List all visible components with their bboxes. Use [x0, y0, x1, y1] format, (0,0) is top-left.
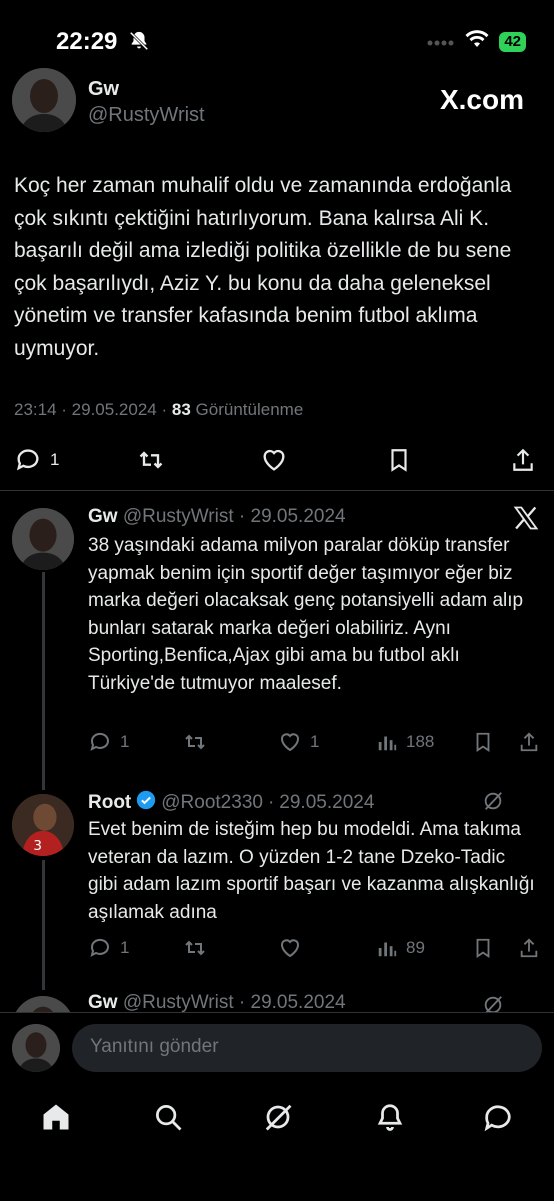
reply-button[interactable]: 1	[88, 730, 129, 754]
bookmark-button[interactable]	[472, 936, 494, 960]
retweet-button[interactable]	[182, 936, 208, 960]
messages-icon[interactable]	[482, 1102, 514, 1137]
author-handle[interactable]: @Root2330	[161, 792, 263, 814]
retweet-icon	[185, 940, 205, 956]
thread-line	[42, 572, 45, 790]
reply-button[interactable]: 1	[88, 936, 129, 960]
reply-count: 1	[120, 732, 130, 751]
bottom-tab-bar	[0, 1088, 554, 1148]
status-time: 22:29	[56, 28, 118, 55]
reply-placeholder: Yanıtını gönder	[90, 1036, 219, 1057]
author-name[interactable]: Gw	[88, 506, 118, 527]
reply-text: Evet benim de isteğim hep bu modeldi. Am…	[88, 819, 535, 923]
reply-date: 29.05.2024	[250, 506, 346, 527]
views-button[interactable]: 89	[376, 936, 425, 960]
battery-icon: 42	[499, 31, 526, 52]
heart-icon	[263, 449, 285, 471]
reply-count: 1	[50, 450, 60, 469]
share-icon	[520, 732, 538, 752]
home-icon[interactable]	[40, 1102, 72, 1137]
like-button[interactable]: 1	[278, 730, 319, 754]
grok-icon[interactable]	[482, 790, 504, 817]
views-button[interactable]: 188	[376, 730, 434, 754]
grok-icon[interactable]	[262, 1102, 294, 1137]
tweet-meta: 23:14 · 29.05.2024 · 83 Görüntülenme	[14, 400, 303, 420]
share-button[interactable]	[510, 446, 536, 474]
author-name[interactable]: Gw	[88, 992, 118, 1013]
bookmark-icon	[476, 938, 490, 958]
like-count: 1	[310, 732, 320, 751]
signal-icon	[427, 32, 455, 51]
reply-actions: 1 1 188	[88, 730, 544, 760]
reply-text: 38 yaşındaki adama milyon paralar döküp …	[88, 535, 524, 694]
reply-icon	[90, 938, 109, 957]
avatar[interactable]	[12, 68, 76, 132]
share-button[interactable]	[518, 936, 540, 960]
retweet-icon	[185, 734, 205, 750]
reply-date: 29.05.2024	[279, 792, 375, 813]
views-count: 188	[406, 732, 435, 751]
date-separator: ·	[267, 792, 275, 813]
share-icon	[513, 448, 533, 471]
author-handle[interactable]: @RustyWrist	[123, 506, 234, 527]
verified-badge-icon	[136, 790, 156, 816]
author-handle[interactable]: @RustyWrist	[88, 104, 205, 127]
reply-header: Gw @RustyWrist · 29.05.2024	[88, 506, 346, 528]
meta-separator: ·	[161, 400, 172, 419]
svg-text:3: 3	[33, 838, 42, 854]
avatar[interactable]	[12, 508, 74, 570]
share-icon	[520, 938, 538, 958]
views-count: 83	[171, 400, 191, 419]
analytics-icon	[378, 736, 397, 751]
tweet-date: 29.05.2024	[71, 400, 157, 419]
divider	[0, 490, 554, 491]
reply-icon	[90, 732, 109, 751]
bookmark-button[interactable]	[472, 730, 494, 754]
author-name[interactable]: Gw	[88, 78, 119, 101]
like-button[interactable]	[278, 936, 302, 960]
retweet-icon	[139, 451, 163, 469]
avatar[interactable]: 3	[12, 794, 74, 856]
partial-reply: Gw @RustyWrist · 29.05.2024	[0, 990, 554, 1014]
avatar[interactable]	[12, 1024, 60, 1072]
views-label: Görüntülenme	[195, 400, 304, 419]
tweet-actions: 1	[14, 444, 540, 478]
like-button[interactable]	[260, 446, 288, 474]
status-right: 42	[427, 30, 526, 53]
reply-date: 29.05.2024	[250, 992, 346, 1013]
reply-header: Gw @RustyWrist · 29.05.2024	[88, 992, 346, 1014]
views-count: 89	[406, 938, 425, 957]
reply-count: 1	[120, 938, 130, 957]
date-separator: ·	[233, 506, 251, 527]
x-logo: X.com	[439, 84, 524, 115]
tweet-text: Koç her zaman muhalif oldu ve zamanında …	[14, 174, 512, 360]
retweet-button[interactable]	[182, 730, 208, 754]
author-name[interactable]: Root	[88, 792, 131, 814]
bell-off-icon	[128, 30, 150, 57]
grok-icon[interactable]	[482, 994, 504, 1014]
retweet-button[interactable]	[136, 446, 166, 474]
bookmark-icon	[476, 732, 490, 752]
heart-icon	[281, 939, 299, 958]
share-button[interactable]	[518, 730, 540, 754]
notifications-icon[interactable]	[374, 1102, 406, 1137]
search-icon[interactable]	[152, 1102, 184, 1137]
reply-actions: 1 89	[88, 936, 544, 966]
meta-separator: ·	[61, 400, 72, 419]
wifi-icon	[465, 30, 489, 53]
bookmark-icon	[391, 449, 407, 472]
bookmark-button[interactable]	[386, 446, 412, 474]
reply-button[interactable]: 1	[14, 446, 59, 474]
date-separator: ·	[233, 992, 251, 1013]
reply-icon	[16, 449, 39, 471]
tweet-time: 23:14	[14, 400, 57, 419]
reply-header: Root @Root2330 · 29.05.2024	[88, 790, 374, 816]
analytics-icon	[378, 942, 397, 957]
heart-icon	[281, 733, 299, 752]
author-handle[interactable]: @RustyWrist	[123, 992, 234, 1013]
thread-line	[42, 860, 45, 990]
